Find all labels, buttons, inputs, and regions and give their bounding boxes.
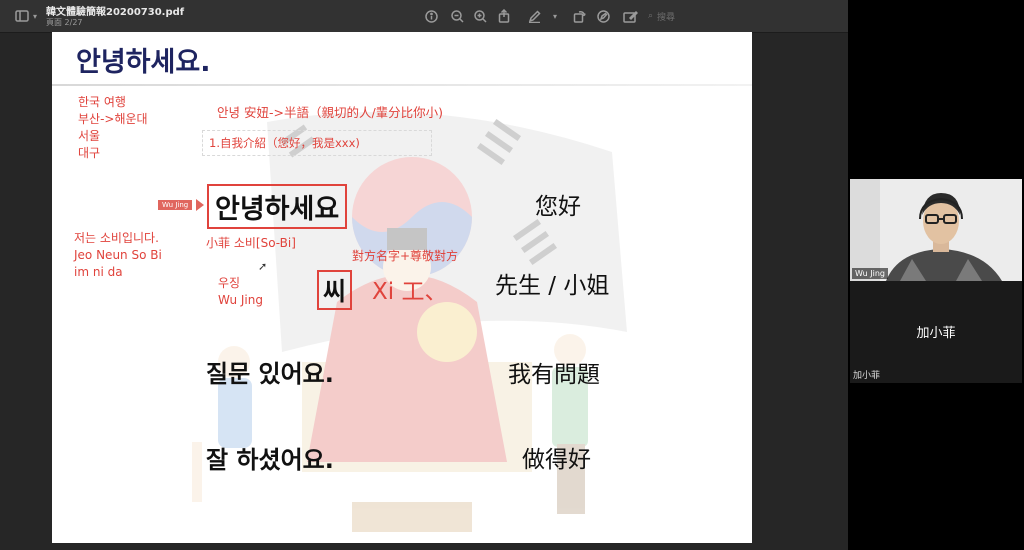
topic-item: 부산->해운대 — [78, 112, 148, 126]
greeting-chinese: 您好 — [535, 194, 581, 220]
arrow-pointer-icon — [196, 199, 204, 211]
welldone-korean: 잘 하셨어요. — [206, 446, 334, 474]
viewer-toolbar: ▾ 韓文體驗簡報20200730.pdf 頁面 2/27 ▾ ⌕ 搜尋 — [0, 0, 848, 33]
name-sobi: 小菲 소비[So-Bi] — [206, 236, 296, 250]
ssi-chinese: 先生 / 小姐 — [495, 273, 610, 299]
honorific-note: 對方名字+尊敬對方 — [352, 249, 459, 263]
participant-tile[interactable]: 加小菲 加小菲 — [850, 281, 1022, 383]
name-wujing-line: Wu Jing — [218, 293, 263, 307]
self-intro-line: im ni da — [74, 265, 123, 279]
slide-title: 안녕하세요. — [76, 47, 211, 78]
pdf-viewer: ▾ 韓文體驗簡報20200730.pdf 頁面 2/27 ▾ ⌕ 搜尋 안녕하세… — [0, 0, 848, 550]
pen-icon[interactable] — [527, 7, 541, 25]
arrow-label: Wu Jing — [158, 200, 193, 210]
mouse-cursor-icon: ➚ — [258, 260, 268, 273]
girl-leg — [192, 442, 202, 502]
zoom-in-icon[interactable] — [473, 7, 487, 25]
topic-item: 대구 — [78, 146, 101, 160]
participant-video — [850, 179, 1022, 281]
page-indicator: 頁面 2/27 — [46, 18, 83, 27]
participant-label: 加小菲 — [853, 371, 881, 381]
topic-item: 서울 — [78, 129, 101, 143]
title-divider — [52, 84, 752, 86]
chevron-down-icon[interactable]: ▾ — [550, 7, 560, 25]
topic-item: 한국 여행 — [78, 95, 126, 109]
sidebar-icon[interactable] — [14, 7, 30, 25]
zoom-out-icon[interactable] — [450, 7, 464, 25]
chevron-down-icon[interactable]: ▾ — [30, 7, 40, 25]
slide-page: 안녕하세요. 한국 여행 부산->해운대 서울 대구 안녕 安妞->半語（親切的… — [52, 32, 752, 543]
participant-name: 加小菲 — [916, 326, 956, 341]
search-icon: ⌕ — [648, 11, 654, 21]
topic-list: 한국 여행 부산->해운대 서울 대구 — [78, 94, 148, 162]
rotate-icon[interactable] — [572, 7, 586, 25]
self-intro-line: Jeo Neun So Bi — [74, 248, 162, 262]
self-intro: 저는 소비입니다. Jeo Neun So Bi im ni da — [74, 230, 162, 281]
king-emblem — [417, 302, 477, 362]
self-intro-line: 저는 소비입니다. — [74, 231, 159, 245]
name-wujing: 우징 Wu Jing — [218, 275, 263, 309]
throne-base — [352, 502, 472, 532]
camera-feed[interactable] — [850, 179, 1022, 281]
ssi-handwritten: Xi 工、 — [372, 279, 448, 305]
markup-icon[interactable] — [596, 7, 610, 25]
name-wujing-line: 우징 — [218, 276, 241, 290]
annotate-icon[interactable] — [622, 7, 638, 25]
question-korean: 질문 있어요. — [206, 360, 334, 388]
document-title: 韓文體驗簡報20200730.pdf — [46, 7, 185, 18]
header-note: 안녕 安妞->半語（親切的人/輩分比你小) — [217, 105, 444, 120]
camera-name-label: Wu Jing — [852, 268, 888, 279]
ssi-honorific: 씨 — [317, 270, 353, 310]
welldone-chinese: 做得好 — [522, 447, 591, 473]
question-chinese: 我有問題 — [508, 362, 600, 388]
info-icon[interactable] — [424, 7, 438, 25]
search-placeholder: 搜尋 — [657, 12, 676, 23]
intro-note: 1.自我介紹（您好，我是xxx) — [202, 130, 432, 156]
greeting-korean: 안녕하세요 — [207, 184, 348, 229]
share-icon[interactable] — [497, 7, 511, 25]
search-field[interactable]: ⌕ 搜尋 — [648, 8, 798, 24]
